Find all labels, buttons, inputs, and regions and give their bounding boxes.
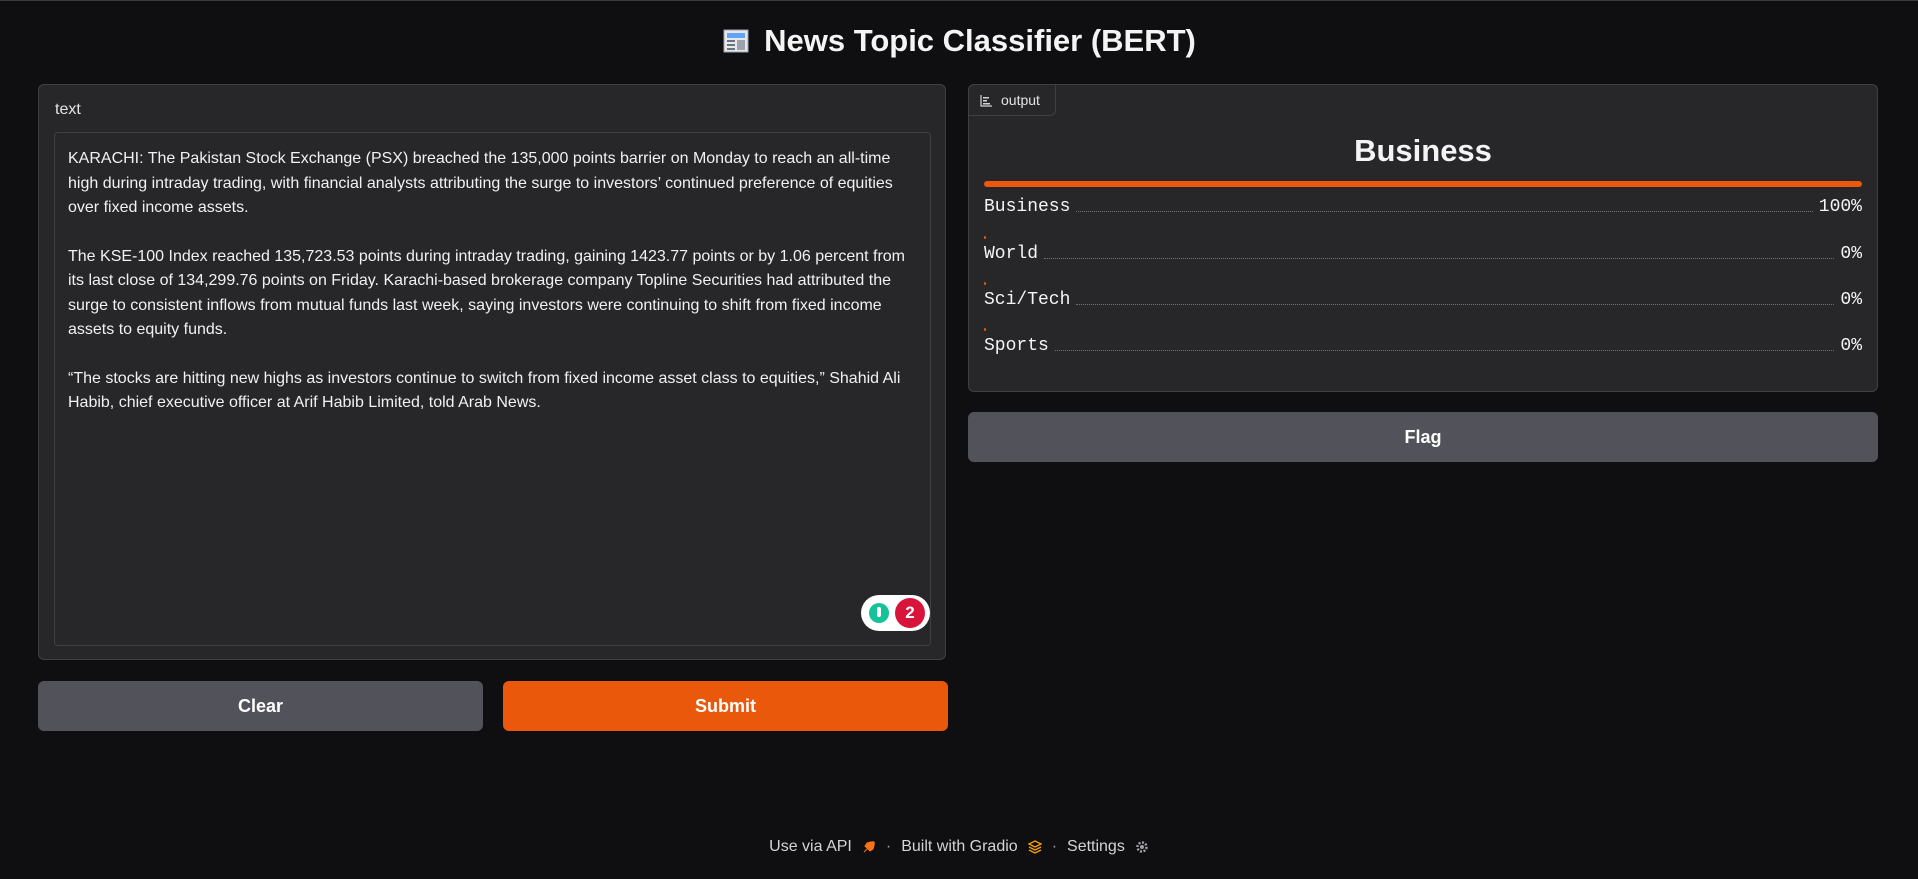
settings-link[interactable]: Settings (1067, 838, 1125, 856)
confidence-value: 0% (1840, 290, 1862, 310)
confidence-value: 0% (1840, 336, 1862, 356)
predicted-label: Business (1354, 133, 1492, 168)
confidence-bar (984, 282, 986, 285)
newspaper-icon (722, 26, 752, 56)
page-title: News Topic Classifier (BERT) (0, 23, 1918, 59)
dotted-leader (1076, 304, 1835, 305)
flag-button[interactable]: Flag (968, 412, 1878, 462)
confidence-label: Business (984, 197, 1071, 217)
grammar-issue-count: 2 (895, 598, 925, 628)
output-tag: output (968, 84, 1056, 116)
confidence-bar (984, 328, 986, 331)
dotted-leader (1054, 350, 1835, 351)
confidence-line: Sci/Tech 0% (984, 290, 1862, 310)
submit-button[interactable]: Submit (503, 681, 948, 731)
footer-separator: · (885, 838, 892, 855)
text-input-label: text (55, 101, 81, 118)
clear-button[interactable]: Clear (38, 681, 483, 731)
confidence-label: World (984, 244, 1039, 264)
confidence-bar (984, 236, 986, 239)
confidence-value: 100% (1818, 197, 1862, 217)
confidence-label: Sports (984, 336, 1049, 356)
built-with-gradio-link[interactable]: Built with Gradio (901, 838, 1018, 856)
input-panel: text KARACHI: The Pakistan Stock Exchang… (38, 84, 946, 660)
gear-icon[interactable] (1135, 840, 1149, 854)
output-tag-label: output (1001, 92, 1040, 108)
text-paragraph: KARACHI: The Pakistan Stock Exchange (PS… (68, 150, 898, 216)
confidence-bar (984, 181, 1862, 187)
confidence-value: 0% (1840, 244, 1862, 264)
output-panel: output Business Business 100% World 0% Sci/T… (968, 84, 1878, 392)
confidence-line: Business 100% (984, 197, 1862, 217)
footer-separator: · (1051, 838, 1058, 855)
use-via-api-link[interactable]: Use via API (769, 838, 852, 856)
footer: Use via API · Built with Gradio · Settin… (0, 838, 1918, 856)
confidence-line: World 0% (984, 244, 1862, 264)
text-input[interactable]: KARACHI: The Pakistan Stock Exchange (PS… (54, 132, 931, 646)
confidence-line: Sports 0% (984, 336, 1862, 356)
bar-chart-icon (980, 94, 993, 107)
dotted-leader (1076, 211, 1813, 212)
lightbulb-icon (869, 603, 889, 623)
dotted-leader (1044, 258, 1835, 259)
grammar-checker-badge[interactable]: 2 (861, 595, 930, 631)
confidence-label: Sci/Tech (984, 290, 1071, 310)
text-paragraph: “The stocks are hitting new highs as inv… (68, 369, 905, 412)
page-title-text: News Topic Classifier (BERT) (764, 23, 1196, 58)
rocket-icon (862, 840, 876, 854)
gradio-logo-icon (1027, 840, 1043, 854)
text-paragraph: The KSE-100 Index reached 135,723.53 poi… (68, 247, 910, 339)
